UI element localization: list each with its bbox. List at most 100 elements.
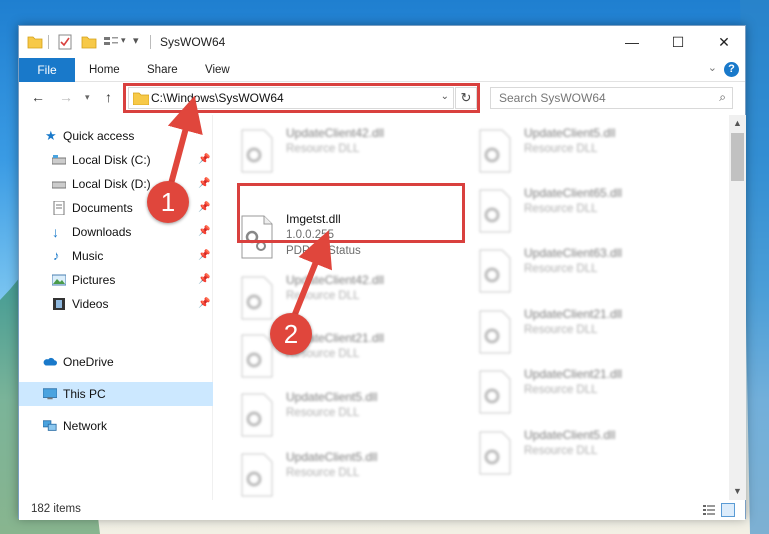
dll-file-icon: [479, 431, 511, 475]
expand-ribbon-icon[interactable]: ⌄: [708, 61, 717, 74]
file-name: UpdateClient5.dll: [286, 390, 378, 404]
download-arrow-icon: ↓: [52, 224, 59, 240]
maximize-button[interactable]: ☐: [655, 26, 701, 58]
chevron-down-icon[interactable]: ▾: [121, 35, 126, 46]
minimize-button[interactable]: —: [609, 26, 655, 58]
tab-share[interactable]: Share: [147, 58, 178, 82]
forward-arrow-icon[interactable]: →: [59, 89, 73, 105]
toolbar-dropdown-icon[interactable]: ▾: [133, 34, 139, 47]
pin-icon: 📌: [198, 178, 211, 189]
title-separator: [150, 35, 151, 49]
star-icon: ★: [45, 128, 57, 143]
pin-icon: 📌: [198, 298, 211, 309]
navigation-bar: ← → ▾ ↑ C:\Windows\SysWOW64 ⌄ ↻ Search S…: [19, 83, 745, 115]
file-item[interactable]: UpdateClient5.dll Resource DLL: [472, 123, 702, 183]
sidebar-item-label: OneDrive: [63, 355, 114, 369]
callout-2: 2: [270, 313, 312, 355]
sidebar-item-music[interactable]: ♪ Music 📌: [19, 244, 213, 268]
file-description: Resource DLL: [286, 143, 360, 155]
vertical-scrollbar[interactable]: ▲ ▼: [729, 115, 746, 500]
tab-home[interactable]: Home: [89, 58, 120, 82]
file-description: Resource DLL: [524, 324, 598, 336]
pin-icon: 📌: [198, 226, 211, 237]
sidebar-item-pictures[interactable]: Pictures 📌: [19, 268, 213, 292]
videos-icon: [53, 298, 65, 310]
file-item[interactable]: UpdateClient42.dll Resource DLL: [234, 270, 464, 330]
dll-file-icon: [241, 393, 273, 437]
scroll-up-icon[interactable]: ▲: [729, 115, 746, 132]
file-item[interactable]: UpdateClient21.dll Resource DLL: [472, 304, 702, 364]
sidebar-item-onedrive[interactable]: OneDrive: [19, 350, 213, 374]
file-description: Resource DLL: [524, 445, 598, 457]
file-item[interactable]: UpdateClient65.dll Resource DLL: [472, 183, 702, 243]
search-icon: ⌕: [719, 90, 726, 104]
file-item[interactable]: UpdateClient5.dll Resource DLL: [472, 425, 702, 485]
sidebar-item-this-pc[interactable]: This PC: [19, 382, 213, 406]
file-name: UpdateClient21.dll: [524, 307, 623, 321]
file-highlight-box: [237, 183, 465, 243]
file-name: UpdateClient42.dll: [286, 126, 385, 140]
sidebar-item-local-disk-c[interactable]: Local Disk (C:) 📌: [19, 148, 213, 172]
dll-file-icon: [241, 334, 273, 378]
file-description: Resource DLL: [524, 203, 598, 215]
qa-separator: [48, 35, 49, 49]
file-description: Resource DLL: [286, 407, 360, 419]
search-input[interactable]: Search SysWOW64 ⌕: [490, 87, 733, 109]
file-item[interactable]: UpdateClient21.dll Resource DLL: [234, 328, 464, 388]
sidebar-item-videos[interactable]: Videos 📌: [19, 292, 213, 316]
status-bar: 182 items: [19, 500, 745, 520]
help-icon[interactable]: ?: [724, 62, 739, 77]
customize-toolbar-icon[interactable]: [103, 34, 119, 50]
file-item[interactable]: UpdateClient21.dll Resource DLL: [472, 364, 702, 424]
scrollbar-thumb[interactable]: [731, 133, 744, 181]
dll-file-icon: [479, 189, 511, 233]
back-arrow-icon[interactable]: ←: [31, 89, 45, 105]
file-name: UpdateClient5.dll: [524, 428, 616, 442]
scroll-down-icon[interactable]: ▼: [729, 483, 746, 500]
file-description: Resource DLL: [524, 143, 598, 155]
sidebar-item-label: This PC: [63, 387, 106, 401]
file-name: UpdateClient5.dll: [524, 126, 616, 140]
folder-icon[interactable]: [27, 34, 43, 50]
close-button[interactable]: ✕: [701, 26, 747, 58]
explorer-window: ▾ ▾ SysWOW64 — ☐ ✕ File Home Share View …: [18, 25, 746, 520]
file-item[interactable]: UpdateClient63.dll Resource DLL: [472, 243, 702, 303]
sidebar-item-label: Local Disk (C:): [72, 153, 151, 167]
pin-icon: 📌: [198, 274, 211, 285]
title-bar: ▾ ▾ SysWOW64 — ☐ ✕: [19, 26, 745, 58]
sidebar-item-label: Music: [72, 249, 104, 263]
tab-file[interactable]: File: [19, 58, 75, 82]
dll-file-icon: [479, 249, 511, 293]
navigation-pane: ★ Quick access Local Disk (C:) 📌 Local D…: [19, 115, 213, 500]
new-folder-icon[interactable]: [81, 34, 97, 50]
up-arrow-icon[interactable]: ↑: [105, 89, 112, 105]
recent-locations-icon[interactable]: ▾: [85, 92, 90, 103]
search-placeholder: Search SysWOW64: [499, 91, 606, 105]
dll-file-icon: [241, 453, 273, 497]
tab-view[interactable]: View: [205, 58, 230, 82]
dll-file-icon: [479, 370, 511, 414]
dll-file-icon: [241, 276, 273, 320]
file-description: Resource DLL: [286, 467, 360, 479]
sidebar-item-label: Documents: [72, 201, 133, 215]
details-view-icon[interactable]: [703, 505, 715, 515]
sidebar-item-label: Videos: [72, 297, 109, 311]
file-item[interactable]: UpdateClient5.dll Resource DLL: [234, 387, 464, 447]
sidebar-item-downloads[interactable]: ↓ Downloads 📌: [19, 220, 213, 244]
network-icon: [43, 420, 57, 431]
dll-file-icon: [241, 129, 273, 173]
properties-icon[interactable]: [57, 34, 73, 50]
callout-1: 1: [147, 181, 189, 223]
documents-icon: [53, 201, 65, 215]
file-name: UpdateClient63.dll: [524, 246, 623, 260]
file-list: UpdateClient42.dll Resource DLL Imgetst.…: [214, 115, 729, 500]
sidebar-item-network[interactable]: Network: [19, 414, 213, 438]
drive-icon: [52, 181, 66, 189]
file-item[interactable]: UpdateClient42.dll Resource DLL: [234, 123, 464, 183]
file-item[interactable]: UpdateClient5.dll Resource DLL: [234, 447, 464, 500]
tiles-view-icon[interactable]: [721, 503, 735, 517]
pin-icon: 📌: [198, 250, 211, 261]
file-name: UpdateClient42.dll: [286, 273, 385, 287]
file-description: Resource DLL: [286, 290, 360, 302]
sidebar-item-quick-access[interactable]: ★ Quick access: [19, 124, 213, 148]
